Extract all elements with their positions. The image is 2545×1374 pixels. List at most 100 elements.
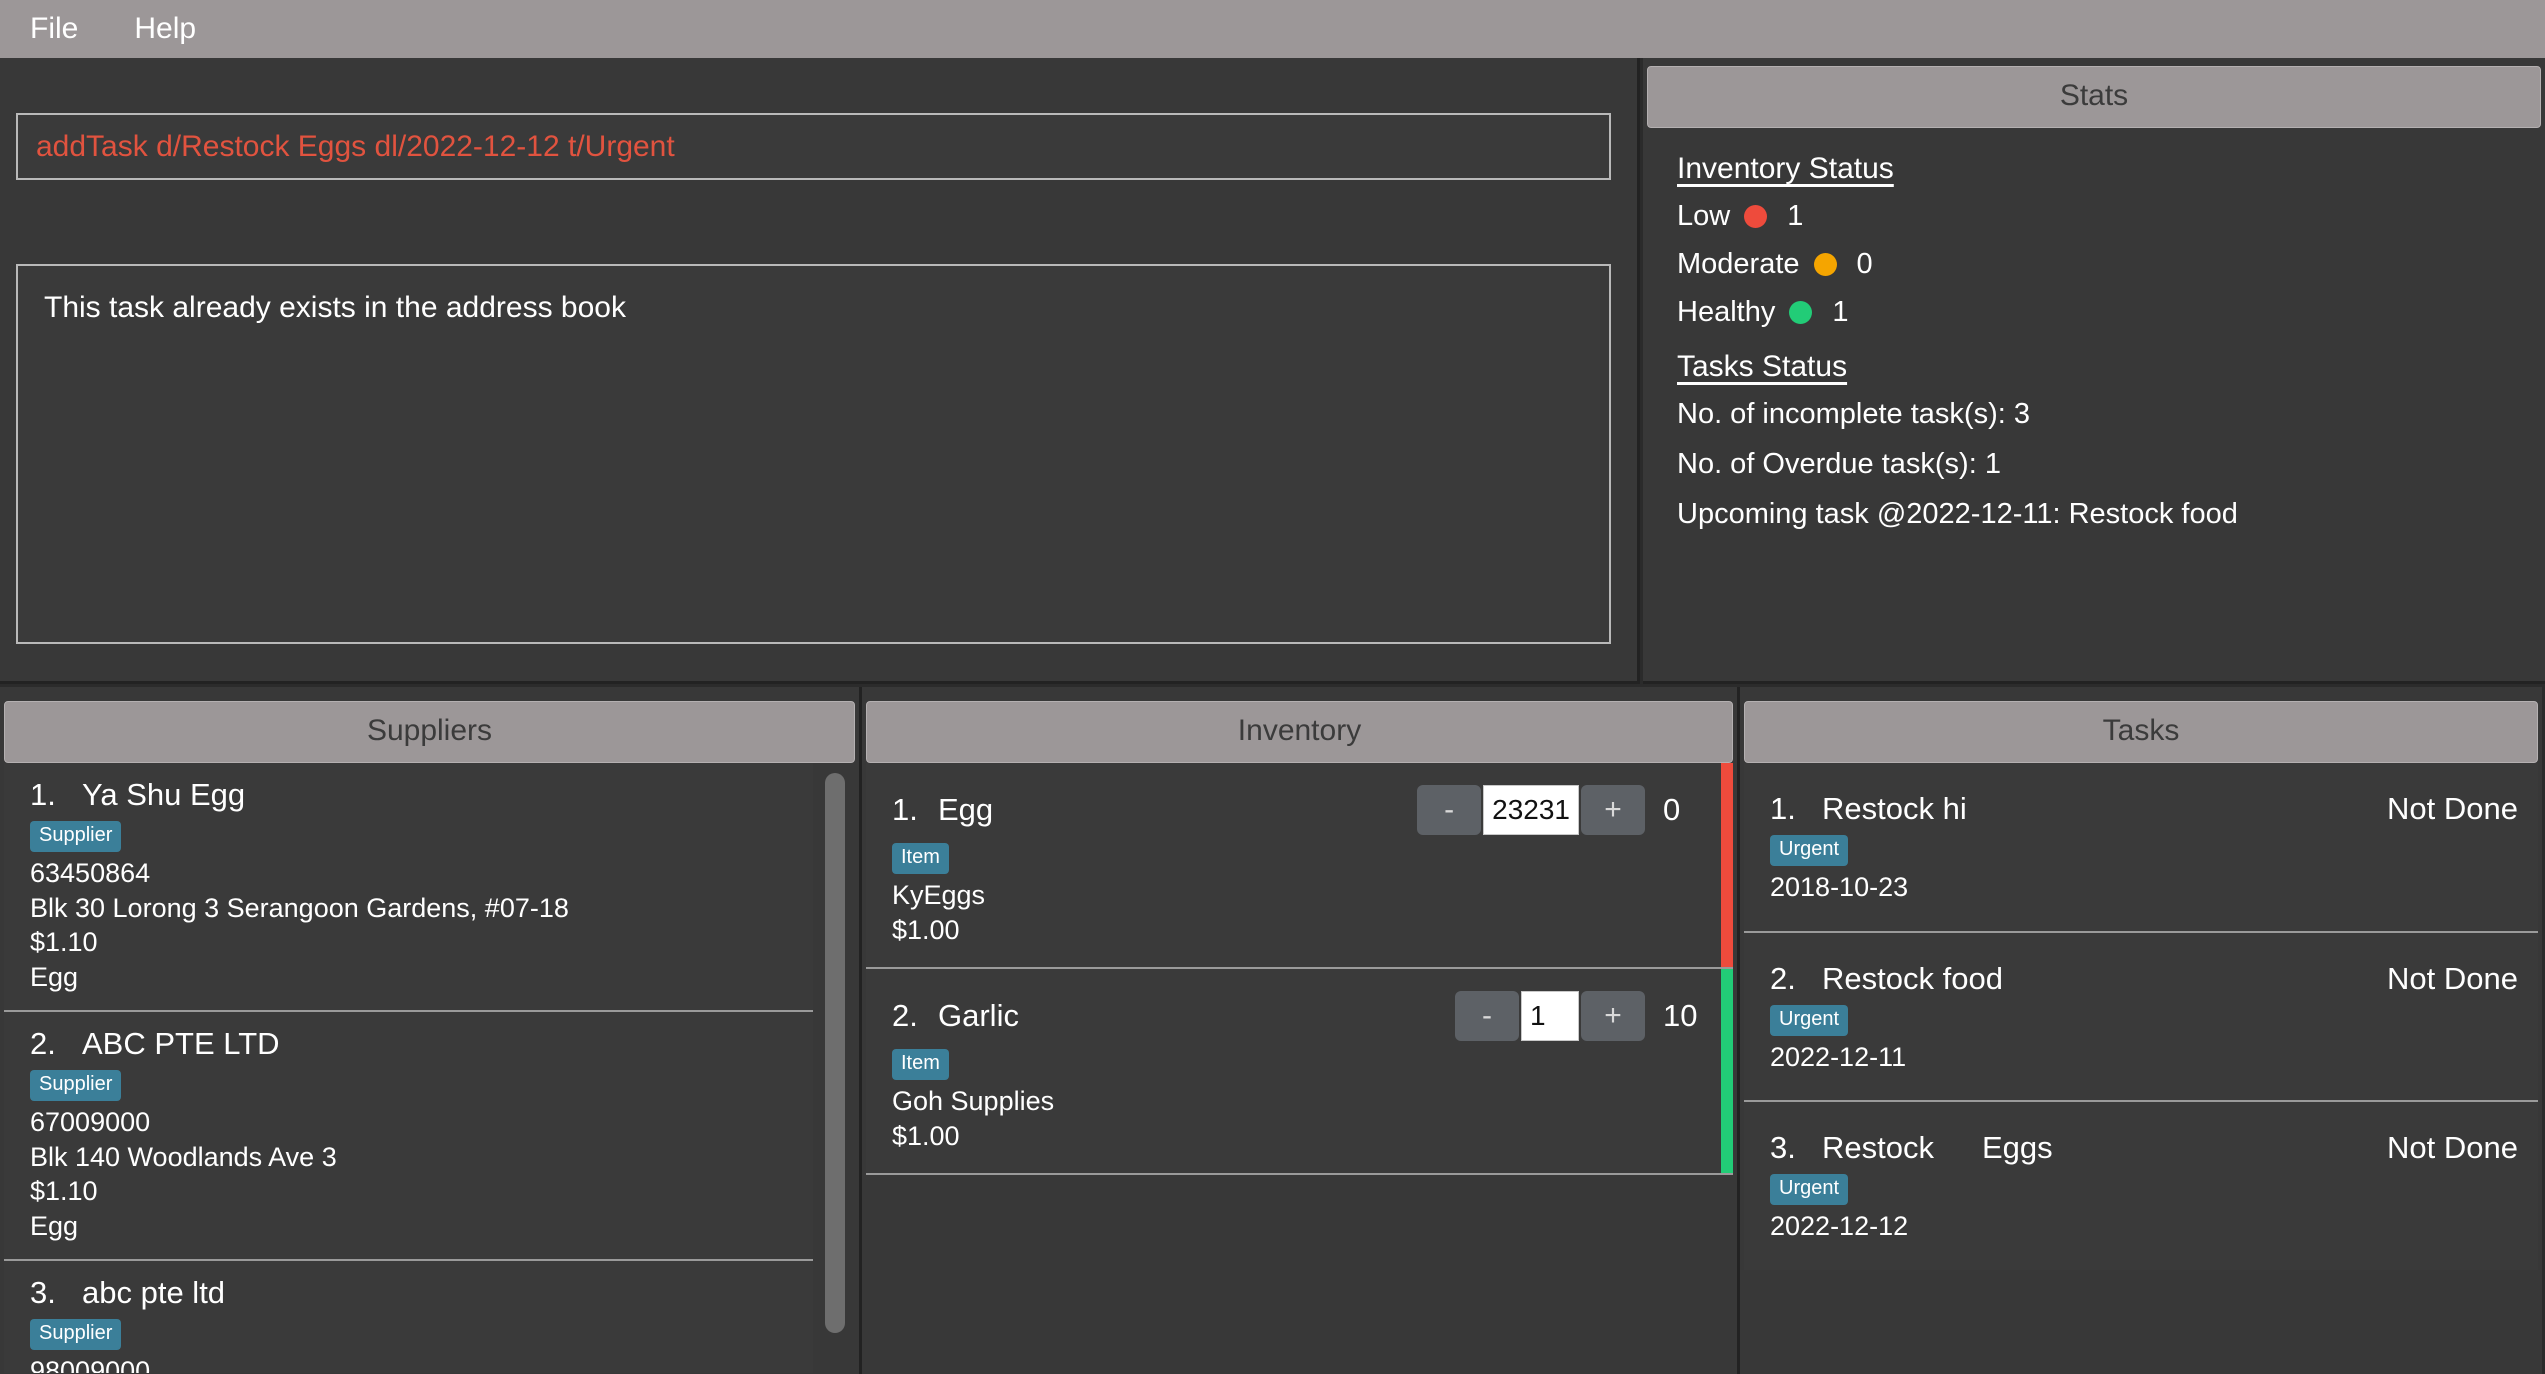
inventory-status-count-healthy: 1 <box>1832 296 1849 328</box>
inventory-tag: Item <box>892 1049 949 1081</box>
status-dot-healthy-icon <box>1789 301 1813 324</box>
inventory-status-label-low: Low <box>1677 200 1731 232</box>
task-index: 1. <box>1770 791 1796 826</box>
task-index: 2. <box>1770 960 1796 996</box>
inventory-price: $1.00 <box>892 914 960 945</box>
inventory-list[interactable]: 1. Egg - 23231 + 0 Item KyEggs $1.00 2. … <box>866 763 1733 1373</box>
menu-bar: File Help <box>0 0 2545 58</box>
task-tag: Urgent <box>1770 1174 1849 1206</box>
stats-panel: Stats Inventory Status Low 1 Moderate 0 … <box>1643 58 2545 684</box>
task-list-item[interactable]: 3. Restock Eggs Not Done Urgent 2022-12-… <box>1744 1102 2538 1270</box>
task-date: 2022-12-12 <box>1770 1211 1909 1242</box>
tasks-panel: Tasks 1. Restock hi Not Done Urgent 2018… <box>1740 687 2542 1374</box>
task-tag: Urgent <box>1770 1004 1849 1036</box>
inventory-status-row-low: Low 1 <box>1677 200 2511 233</box>
inventory-index: 2. <box>892 998 918 1034</box>
menu-item-file[interactable]: File <box>24 10 84 48</box>
suppliers-scrollbar[interactable] <box>825 769 845 1365</box>
task-list-item[interactable]: 1. Restock hi Not Done Urgent 2018-10-23 <box>1744 763 2538 933</box>
inventory-list-item[interactable]: 1. Egg - 23231 + 0 Item KyEggs $1.00 <box>866 763 1733 970</box>
task-name: Restock <box>1822 1130 1934 1166</box>
task-status: Not Done <box>2387 960 2518 996</box>
increment-button[interactable]: + <box>1581 785 1645 835</box>
inventory-status-row-healthy: Healthy 1 <box>1677 296 2511 329</box>
status-dot-low-icon <box>1744 205 1768 228</box>
application-window: File Help addTask d/Restock Eggs dl/2022… <box>0 0 2545 1374</box>
supplier-phone: 98009000 <box>30 1356 151 1373</box>
supplier-phone: 63450864 <box>30 858 151 888</box>
supplier-title-row: 2. ABC PTE LTD <box>30 1026 793 1062</box>
inventory-quantity-stepper: - 1 + <box>1455 991 1645 1042</box>
task-status: Not Done <box>2387 791 2518 826</box>
result-message: This task already exists in the address … <box>44 291 626 324</box>
supplier-tag: Supplier <box>30 1319 122 1351</box>
inventory-supplier: KyEggs <box>892 880 986 910</box>
supplier-index: 1. <box>30 777 56 812</box>
task-date: 2022-12-11 <box>1770 1041 1907 1072</box>
inventory-index: 1. <box>892 792 918 827</box>
inventory-status-label-moderate: Moderate <box>1677 248 1800 280</box>
supplier-title-row: 3. abc pte ltd <box>30 1275 793 1311</box>
tasks-list[interactable]: 1. Restock hi Not Done Urgent 2018-10-23… <box>1744 763 2538 1373</box>
result-display: This task already exists in the address … <box>16 264 1611 644</box>
supplier-phone: 67009000 <box>30 1107 151 1138</box>
task-tag: Urgent <box>1770 835 1849 866</box>
quantity-input[interactable]: 1 <box>1521 991 1579 1042</box>
supplier-name: Ya Shu Egg <box>82 777 246 812</box>
command-input[interactable]: addTask d/Restock Eggs dl/2022-12-12 t/U… <box>16 113 1611 180</box>
inventory-panel-title: Inventory <box>866 701 1733 763</box>
supplier-price: $1.10 <box>30 927 98 958</box>
supplier-tag: Supplier <box>30 821 122 852</box>
task-title-row: 3. Restock Eggs Not Done <box>1770 1130 2518 1166</box>
inventory-quantity: 10 <box>1663 998 1698 1034</box>
supplier-title-row: 1. Ya Shu Egg <box>30 777 793 813</box>
supplier-index: 3. <box>30 1275 56 1311</box>
supplier-list-item[interactable]: 1. Ya Shu Egg Supplier 63450864 Blk 30 L… <box>4 763 813 1013</box>
quantity-input[interactable]: 23231 <box>1483 785 1579 835</box>
command-area: addTask d/Restock Eggs dl/2022-12-12 t/U… <box>0 58 1640 684</box>
supplier-list-item[interactable]: 2. ABC PTE LTD Supplier 67009000 Blk 140… <box>4 1012 813 1262</box>
menu-item-help[interactable]: Help <box>128 10 202 48</box>
inventory-list-item[interactable]: 2. Garlic - 1 + 10 Item Goh Supplies $1.… <box>866 969 1733 1176</box>
supplier-address: Blk 30 Lorong 3 Serangoon Gardens, #07-1… <box>30 892 569 923</box>
supplier-list-item[interactable]: 3. abc pte ltd Supplier 98009000 <box>4 1261 813 1373</box>
tasks-incomplete-line: No. of incomplete task(s): 3 <box>1677 398 2030 430</box>
task-name-extra: Eggs <box>1981 1130 2053 1166</box>
tasks-overdue-line: No. of Overdue task(s): 1 <box>1677 448 2001 480</box>
inventory-status-row-moderate: Moderate 0 <box>1677 248 2511 281</box>
stats-body: Inventory Status Low 1 Moderate 0 Health… <box>1647 128 2541 531</box>
decrement-button[interactable]: - <box>1455 991 1519 1042</box>
inventory-title-row: 2. Garlic - 1 + 10 <box>892 991 1707 1042</box>
inventory-tag: Item <box>892 843 949 874</box>
status-dot-moderate-icon <box>1813 253 1837 276</box>
inventory-supplier: Goh Supplies <box>892 1086 1055 1117</box>
suppliers-list[interactable]: 1. Ya Shu Egg Supplier 63450864 Blk 30 L… <box>4 763 855 1373</box>
lists-region: Suppliers 1. Ya Shu Egg Supplier 6345086… <box>0 687 2545 1374</box>
inventory-title-row: 1. Egg - 23231 + 0 <box>892 785 1707 835</box>
tasks-status-heading: Tasks Status <box>1677 350 1848 383</box>
inventory-status-label-healthy: Healthy <box>1677 296 1776 328</box>
supplier-price: $1.10 <box>30 1176 98 1207</box>
task-date: 2018-10-23 <box>1770 872 1909 902</box>
inventory-quantity-stepper: - 23231 + <box>1417 785 1645 835</box>
increment-button[interactable]: + <box>1581 991 1645 1042</box>
supplier-item: Egg <box>30 1210 79 1241</box>
task-status: Not Done <box>2387 1130 2518 1166</box>
supplier-tag: Supplier <box>30 1070 122 1102</box>
inventory-status-bar <box>1721 969 1733 1174</box>
supplier-index: 2. <box>30 1026 56 1062</box>
suppliers-scrollbar-thumb[interactable] <box>825 773 845 1333</box>
supplier-item: Egg <box>30 961 79 992</box>
command-input-value: addTask d/Restock Eggs dl/2022-12-12 t/U… <box>36 129 675 163</box>
task-list-item[interactable]: 2. Restock food Not Done Urgent 2022-12-… <box>1744 932 2538 1103</box>
inventory-status-heading: Inventory Status <box>1677 152 1894 185</box>
suppliers-panel: Suppliers 1. Ya Shu Egg Supplier 6345086… <box>0 687 862 1374</box>
tasks-panel-title: Tasks <box>1744 701 2538 763</box>
task-title-row: 2. Restock food Not Done <box>1770 961 2518 997</box>
decrement-button[interactable]: - <box>1417 785 1482 835</box>
task-name: Restock food <box>1822 960 2003 996</box>
inventory-status-bar <box>1721 763 1733 968</box>
supplier-address: Blk 140 Woodlands Ave 3 <box>30 1141 337 1172</box>
task-name: Restock hi <box>1822 791 1967 826</box>
inventory-panel: Inventory 1. Egg - 23231 + 0 Item KyEggs… <box>862 687 1740 1374</box>
